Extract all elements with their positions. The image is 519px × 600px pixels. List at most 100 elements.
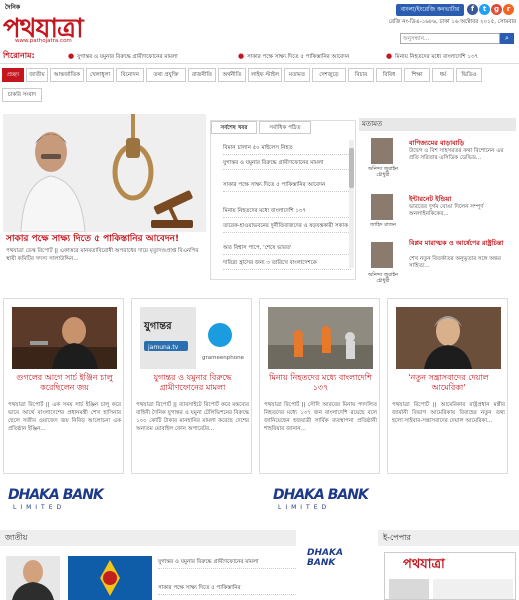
nav-item[interactable]: বিচার — [348, 68, 374, 82]
ticker-item[interactable]: ● যুগান্তর ও যমুনার বিরুদ্ধে গ্রামীণফোনের… — [68, 52, 178, 62]
list-item[interactable]: অত বিশ্বাস পাপে, 'শেষে ভারত' — [223, 243, 351, 255]
news-card[interactable]: গুগলের আগে সার্চ ইঞ্জিন চালু করেছিলেন জয… — [3, 298, 124, 474]
national-image-2[interactable] — [68, 556, 152, 600]
ad-bank-name: DHAKA BANK — [273, 487, 369, 503]
news-card-desc: পথযাত্রা রিপোর্ট || সৌদি আরবের মিনায় পদ… — [264, 402, 377, 432]
ticker-item[interactable]: ● মিনায় নিহতদের মধ্যে বাংলাদেশি ১৩৭ — [386, 52, 478, 62]
author-photo[interactable] — [371, 138, 393, 164]
opinion-section: মতামত বাণিজ্যমের বাড়াবাড়ি উদ্বেগ ও বিশ… — [359, 114, 516, 290]
svg-text:jamuna.tv: jamuna.tv — [147, 344, 179, 351]
nav-item[interactable]: শিক্ষা — [404, 68, 430, 82]
google-plus-icon[interactable]: g — [491, 4, 502, 15]
news-card-desc: পথযাত্রা রিপোর্ট || এক সময় সার্চ ইঞ্জিন… — [8, 402, 121, 432]
news-card-image[interactable] — [396, 307, 501, 369]
ad-bank-ltd: LIMITED — [13, 504, 66, 511]
nav-item[interactable]: জাতীয় — [26, 68, 48, 82]
search-input[interactable] — [400, 33, 500, 44]
facebook-icon[interactable]: f — [467, 4, 478, 15]
nav-item[interactable]: রাজনীতি — [188, 68, 216, 82]
list-item[interactable]: মিনায় নিহতদের মধ্যে বাংলাদেশি ১৩৭ — [223, 206, 351, 218]
news-card-title[interactable]: 'নতুন সন্ত্রাসবাদের দেয়াল আমেরিকা' — [392, 373, 505, 393]
epaper-heading: ই-পেপার — [378, 530, 519, 546]
news-card[interactable]: মিনায় নিহতদের মধ্যে বাংলাদেশি ১৩৭ পথযাত… — [259, 298, 380, 474]
nav-item-home[interactable]: প্রচ্ছদ — [2, 68, 24, 82]
nav-item[interactable]: বিনোদন — [116, 68, 144, 82]
epaper-thumbnail[interactable]: পথযাত্রা — [384, 552, 516, 600]
opinion-title[interactable]: বিপ্লব মারাত্মক ও আর্ষেণের রাষ্ট্রচিন্তা — [409, 238, 514, 249]
pin-icon: ● — [238, 52, 245, 60]
ad-bank-name: DHAKA BANK — [307, 548, 343, 568]
pin-icon: ● — [68, 52, 75, 60]
nav-item[interactable]: ভিডিও — [456, 68, 482, 82]
logo-url: www.pathojatra.com — [15, 38, 72, 44]
ad-bank-name: DHAKA BANK — [8, 487, 104, 503]
opinion-author: অনিন্দ্য জুরাইন চৌধুরী — [367, 166, 399, 178]
list-item[interactable]: সাকার পক্ষে সাক্ষ্য দিতে ৫ পাকিস্তানির আ… — [223, 180, 351, 192]
tab-latest[interactable]: সর্বশেষ খবর — [211, 121, 257, 134]
dhaka-bank-ad[interactable]: DHAKA BANK LIMITED — [3, 484, 136, 520]
opinion-desc: শেখ নতুন বিতর্কাতর অনুভূতার সঙ্গে অন্তর … — [409, 256, 501, 269]
ad-bank-ltd: LIMITED — [278, 504, 331, 511]
opinion-author: অনিন্দ্য জুরাইন চৌধুরী — [367, 272, 399, 284]
converter-button[interactable]: বাংলা/ইংরেজি কনভার্টার — [396, 4, 464, 16]
list-item[interactable]: সাকার পক্ষে সাক্ষ্য দিতে ৫ পাকিস্তানির — [158, 584, 296, 595]
ticker-item[interactable]: ● সাকার পক্ষে সাক্ষ্য দিতে ৫ পাকিস্তানির … — [238, 52, 349, 62]
news-card-image[interactable]: যুগান্তর jamuna.tv grameenphone — [140, 307, 245, 369]
headline-ticker: শিরোনাম: ● যুগান্তর ও যমুনার বিরুদ্ধে গ্র… — [0, 48, 519, 64]
nav-item[interactable]: তথ্য প্রযুক্তি — [146, 68, 186, 82]
news-card-title[interactable]: গুগলের আগে সার্চ ইঞ্জিন চালু করেছিলেন জয… — [8, 373, 121, 393]
news-card-image[interactable] — [12, 307, 117, 369]
hero-title[interactable]: সাকার পক্ষে সাক্ষ্য দিতে ৫ পাকিস্তানির আ… — [6, 234, 206, 245]
header: দৈনিক পথযাত্রা www.pathojatra.com বাংলা/… — [0, 0, 519, 48]
hero-desc: পথযাত্রা ডেস্ক রিপোর্ট || একাত্তরে মানবত… — [6, 248, 199, 262]
dhaka-bank-ad[interactable]: DHAKA BANK LIMITED — [268, 484, 401, 520]
author-photo[interactable] — [371, 242, 393, 268]
list-item[interactable]: যুগান্তর ও যমুনার বিরুদ্ধে গ্রামীণফোনের … — [158, 558, 296, 569]
svg-text:যুগান্তর: যুগান্তর — [143, 321, 172, 333]
twitter-icon[interactable]: t — [479, 4, 490, 15]
list-item[interactable]: দারিদ্র্য হ্রাসের জন্য ৩ তারিখে বাংলাদেশ… — [223, 258, 351, 270]
news-card-title[interactable]: যুগান্তর ও যমুনার বিরুদ্ধে গ্রামীণফোনের … — [136, 373, 249, 393]
tab-most-read[interactable]: সর্বাধিক পঠিত — [259, 121, 311, 134]
dhaka-bank-ad[interactable]: DHAKA BANK — [305, 542, 373, 572]
site-logo[interactable]: দৈনিক পথযাত্রা www.pathojatra.com — [3, 2, 113, 46]
search-icon[interactable]: ⌕ — [500, 33, 514, 44]
nav-item[interactable]: ধর্ম — [432, 68, 454, 82]
list-item[interactable]: বিমান চালান ৫০ মাইলেস নিহত — [223, 143, 351, 155]
ticker-label: শিরোনাম: — [3, 51, 35, 60]
pin-icon: ● — [386, 52, 393, 60]
news-card-image[interactable] — [268, 307, 373, 369]
hero-image[interactable] — [3, 114, 206, 232]
nav-item[interactable]: চাকরি সংবাদ — [2, 88, 42, 102]
news-card-title[interactable]: মিনায় নিহতদের মধ্যে বাংলাদেশি ১৩৭ — [264, 373, 377, 393]
nav-item[interactable]: দেশজুড়ে — [312, 68, 346, 82]
nav-item[interactable]: মতামত — [284, 68, 310, 82]
tabs-scrollbar-thumb[interactable] — [349, 148, 354, 188]
rss-icon[interactable]: r — [503, 4, 514, 15]
main-nav: প্রচ্ছদ জাতীয় আন্তর্জাতিক খেলাধুলা বিনো… — [0, 68, 519, 104]
opinion-desc: ভারতের দুর্গম বোঙা দিলেন সম্পূর্ণ অনলাইন… — [409, 204, 484, 217]
list-item[interactable]: যুগান্তর ও যমুনার বিরুদ্ধে গ্রামীণফোনের … — [223, 158, 351, 170]
nav-item[interactable]: বিবিধ — [376, 68, 402, 82]
author-photo[interactable] — [371, 194, 393, 220]
logo-text: পথযাত্রা — [3, 14, 84, 44]
opinion-heading: মতামত — [359, 118, 516, 131]
national-image-1[interactable] — [6, 556, 60, 600]
news-tabs: সর্বশেষ খবর সর্বাধিক পঠিত বিমান চালান ৫০… — [210, 120, 356, 280]
news-card[interactable]: 'নতুন সন্ত্রাসবাদের দেয়াল আমেরিকা' পথযা… — [387, 298, 508, 474]
news-card-desc: পথযাত্রা রিপোর্ট || আমেরিকার রাষ্ট্রপ্রধ… — [392, 402, 505, 424]
nav-item[interactable]: খেলাধুলা — [86, 68, 114, 82]
opinion-desc: উদ্বেগ ও বিশ সাহসরতর কথা বিশোনেন এর প্রত… — [409, 148, 504, 161]
hero-story[interactable]: সাকার পক্ষে সাক্ষ্য দিতে ৫ পাকিস্তানির আ… — [3, 114, 206, 290]
registration-date-line: রেজি নং-ডিএ-১৬৮৬, ঢাকা ১৬ অক্টোবর ২০১৫, … — [388, 19, 516, 25]
news-card-desc: পথযাত্রা রিপোর্ট || ব্যাবসাইটে রিপোর্ট ক… — [136, 402, 249, 432]
list-item[interactable]: তারেক-হাওয়াভবনের দুর্নীতিবাজদের ও ষড়যন… — [223, 221, 351, 233]
epaper-logo: পথযাত্রা — [403, 557, 445, 572]
nav-item[interactable]: লাইফ স্টাইল — [248, 68, 282, 82]
opinion-author: জাহিদ রাজন — [370, 222, 396, 228]
nav-item[interactable]: অর্থনীতি — [218, 68, 246, 82]
nav-item[interactable]: আন্তর্জাতিক — [50, 68, 84, 82]
svg-text:grameenphone: grameenphone — [202, 355, 245, 361]
national-heading: জাতীয় — [0, 530, 296, 546]
news-card[interactable]: যুগান্তর jamuna.tv grameenphone যুগান্তর ও… — [131, 298, 252, 474]
